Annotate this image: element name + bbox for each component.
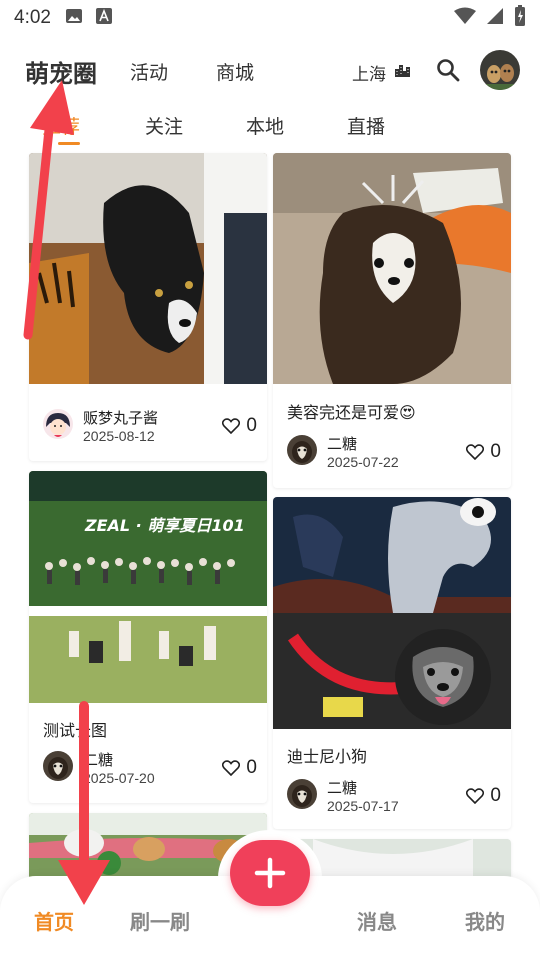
author-row: 二糖 2025-07-22 0 — [287, 433, 501, 473]
city-label: 上海 — [352, 65, 386, 85]
signal-icon — [486, 7, 504, 29]
post-date: 2025-08-12 — [83, 428, 155, 444]
feed-tabs: 推荐 关注 本地 直播 — [0, 108, 540, 148]
search-icon[interactable] — [434, 56, 462, 84]
nav-mall[interactable]: 商城 — [216, 58, 254, 85]
plus-icon — [254, 857, 286, 889]
app-title: 萌宠圈 — [25, 60, 97, 88]
feed-card[interactable]: 贩梦丸子酱 2025-08-12 0 — [29, 153, 267, 461]
heart-icon — [222, 760, 241, 776]
feed-card[interactable]: 美容完还是可爱😍 二糖 2025-07-22 0 — [273, 153, 511, 488]
author-row: 二糖 2025-07-20 0 — [43, 749, 257, 789]
feed-card[interactable]: 迪士尼小狗 二糖 2025-07-17 0 — [273, 497, 511, 829]
like-button[interactable]: 0 — [466, 785, 501, 807]
nav-home[interactable]: 首页 — [34, 906, 74, 935]
status-bar: 4:02 — [0, 0, 540, 36]
wifi-icon — [454, 7, 476, 29]
post-image — [273, 153, 511, 384]
like-count: 0 — [246, 415, 257, 436]
create-post-button[interactable] — [230, 840, 310, 906]
status-time: 4:02 — [14, 7, 51, 28]
battery-icon — [514, 5, 526, 31]
author-row: 贩梦丸子酱 2025-08-12 0 — [43, 407, 257, 447]
author-avatar[interactable] — [43, 409, 73, 439]
author-avatar[interactable] — [287, 435, 317, 465]
post-image: ZEAL · 萌享夏日101 — [29, 471, 267, 703]
heart-icon — [222, 418, 241, 434]
nav-mine[interactable]: 我的 — [465, 906, 505, 935]
author-name: 贩梦丸子酱 — [83, 409, 159, 427]
like-count: 0 — [490, 785, 501, 806]
banner-text: ZEAL · 萌享夏日101 — [84, 516, 245, 535]
city-buildings-icon — [394, 62, 412, 83]
heart-icon — [466, 444, 485, 460]
tab-live[interactable]: 直播 — [347, 112, 385, 139]
like-count: 0 — [246, 757, 257, 778]
heart-icon — [466, 788, 485, 804]
tab-recommend[interactable]: 推荐 — [42, 112, 80, 139]
nav-messages[interactable]: 消息 — [357, 906, 397, 935]
nav-browse[interactable]: 刷一刷 — [130, 906, 190, 935]
post-title: 迪士尼小狗 — [287, 747, 368, 766]
like-button[interactable]: 0 — [466, 441, 501, 463]
tab-follow[interactable]: 关注 — [145, 112, 183, 139]
user-avatar[interactable] — [480, 50, 520, 90]
author-name: 二糖 — [327, 435, 358, 453]
post-date: 2025-07-20 — [83, 770, 155, 786]
like-button[interactable]: 0 — [222, 415, 257, 437]
post-image — [29, 153, 267, 384]
post-date: 2025-07-22 — [327, 454, 399, 470]
city-selector[interactable]: 上海 — [352, 60, 412, 85]
nav-activity[interactable]: 活动 — [130, 58, 168, 85]
author-avatar[interactable] — [287, 779, 317, 809]
post-image — [273, 497, 511, 729]
author-name: 二糖 — [327, 779, 358, 797]
feed-card[interactable]: ZEAL · 萌享夏日101 测试长图 二糖 2025-07-20 0 — [29, 471, 267, 803]
app-header: 萌宠圈 活动 商城 上海 — [0, 44, 540, 98]
tab-indicator — [58, 142, 80, 145]
post-title: 美容完还是可爱😍 — [287, 403, 416, 422]
author-name: 二糖 — [83, 751, 114, 769]
author-row: 二糖 2025-07-17 0 — [287, 777, 501, 817]
tab-local[interactable]: 本地 — [246, 112, 284, 139]
font-app-icon — [95, 7, 113, 29]
like-count: 0 — [490, 441, 501, 462]
author-avatar[interactable] — [43, 751, 73, 781]
like-button[interactable]: 0 — [222, 757, 257, 779]
post-date: 2025-07-17 — [327, 798, 399, 814]
post-title: 测试长图 — [43, 721, 108, 740]
gallery-icon — [65, 7, 83, 29]
